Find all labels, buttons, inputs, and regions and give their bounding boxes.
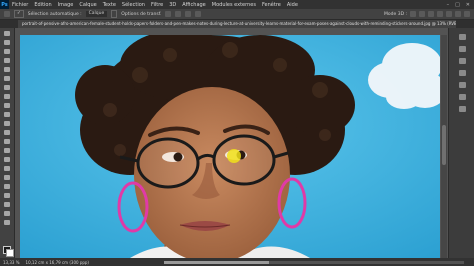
layers-panel-icon[interactable] (458, 82, 466, 88)
panel-dock (448, 28, 474, 258)
move-tool-icon[interactable] (4, 11, 10, 17)
scroll-thumb[interactable] (442, 125, 446, 165)
menu-item[interactable]: Sélection (119, 2, 148, 8)
document-info: 10,12 cm x 16,79 cm (300 ppp) (25, 259, 89, 265)
menu-item[interactable]: Fenêtre (259, 2, 284, 8)
paths-panel-icon[interactable] (458, 106, 466, 112)
workspace-icon[interactable] (464, 11, 470, 17)
libraries-panel-icon[interactable] (458, 70, 466, 76)
progress-bar (164, 260, 464, 264)
slide3d-icon[interactable] (437, 11, 443, 17)
cursor-highlight (227, 149, 241, 163)
close-icon[interactable]: ✕ (466, 2, 470, 8)
progress-fill (164, 260, 269, 264)
window-controls: – □ ✕ (447, 2, 474, 8)
search-icon[interactable] (455, 11, 461, 17)
scale3d-icon[interactable] (446, 11, 452, 17)
minimize-icon[interactable]: – (447, 2, 450, 8)
menu-item[interactable]: Texte (100, 2, 119, 8)
transform-label: Options de transf. (121, 11, 162, 17)
hand-tool-icon[interactable] (4, 202, 10, 207)
auto-select-label: Sélection automatique : (27, 11, 82, 17)
align-right-icon[interactable] (185, 11, 192, 17)
menu-item[interactable]: Aide (284, 2, 301, 8)
marquee-tool-icon[interactable] (4, 40, 10, 45)
history-brush-icon[interactable] (4, 121, 10, 126)
pen-tool-icon[interactable] (4, 166, 10, 171)
roll3d-icon[interactable] (419, 11, 425, 17)
rotate3d-icon[interactable] (410, 11, 416, 17)
type-tool-icon[interactable] (4, 175, 10, 180)
eraser-tool-icon[interactable] (4, 130, 10, 135)
menu-item[interactable]: Fichier (9, 2, 31, 8)
transform-checkbox[interactable] (111, 10, 118, 18)
menu-item[interactable]: Calque (76, 2, 99, 8)
auto-select-checkbox[interactable]: ✓ (14, 10, 24, 18)
align-left-icon[interactable] (165, 11, 172, 17)
menu-item[interactable]: Modules externes (209, 2, 259, 8)
options-bar: ✓ Sélection automatique : Calque Options… (0, 9, 474, 20)
quick-select-tool-icon[interactable] (4, 58, 10, 63)
align-center-icon[interactable] (175, 11, 182, 17)
vertical-scrollbar[interactable] (441, 35, 447, 258)
menu-item[interactable]: Edition (31, 2, 54, 8)
history-panel-icon[interactable] (458, 34, 466, 40)
distribute-icon[interactable] (195, 11, 202, 17)
crop-tool-icon[interactable] (4, 67, 10, 72)
blur-tool-icon[interactable] (4, 148, 10, 153)
menu-item[interactable]: 3D (166, 2, 179, 8)
more-tools-icon[interactable] (4, 220, 10, 225)
move-tool-icon[interactable] (4, 31, 10, 36)
channels-panel-icon[interactable] (458, 94, 466, 100)
menu-item[interactable]: Filtre (148, 2, 166, 8)
document-tab[interactable]: portrait-of-pensive-afro-american-female… (18, 20, 456, 28)
properties-panel-icon[interactable] (458, 46, 466, 52)
dodge-tool-icon[interactable] (4, 157, 10, 162)
status-bar: 13,33 % 10,12 cm x 16,79 cm (300 ppp) (0, 258, 474, 266)
mode3d-label: Mode 3D : (384, 11, 407, 17)
maximize-icon[interactable]: □ (455, 2, 460, 8)
gradient-tool-icon[interactable] (4, 139, 10, 144)
document-tabs: portrait-of-pensive-afro-american-female… (0, 20, 474, 28)
shape-tool-icon[interactable] (4, 193, 10, 198)
tools-panel (0, 28, 15, 258)
brush-tool-icon[interactable] (4, 103, 10, 108)
background-color[interactable] (6, 249, 14, 257)
menu-item[interactable]: Affichage (179, 2, 209, 8)
eyedropper-tool-icon[interactable] (4, 85, 10, 90)
path-select-icon[interactable] (4, 184, 10, 189)
photo-portrait (20, 35, 440, 258)
stamp-tool-icon[interactable] (4, 112, 10, 117)
menu-item[interactable]: Image (55, 2, 77, 8)
menu-bar: Ps Fichier Edition Image Calque Texte Sélecti… (0, 0, 474, 9)
zoom-level[interactable]: 13,33 % (3, 260, 20, 265)
zoom-tool-icon[interactable] (4, 211, 10, 216)
adjustments-panel-icon[interactable] (458, 58, 466, 64)
document-canvas[interactable] (20, 35, 440, 258)
auto-select-dropdown[interactable]: Calque (85, 11, 108, 17)
frame-tool-icon[interactable] (4, 76, 10, 81)
photoshop-logo: Ps (0, 0, 9, 9)
lasso-tool-icon[interactable] (4, 49, 10, 54)
healing-brush-icon[interactable] (4, 94, 10, 99)
pan3d-icon[interactable] (428, 11, 434, 17)
